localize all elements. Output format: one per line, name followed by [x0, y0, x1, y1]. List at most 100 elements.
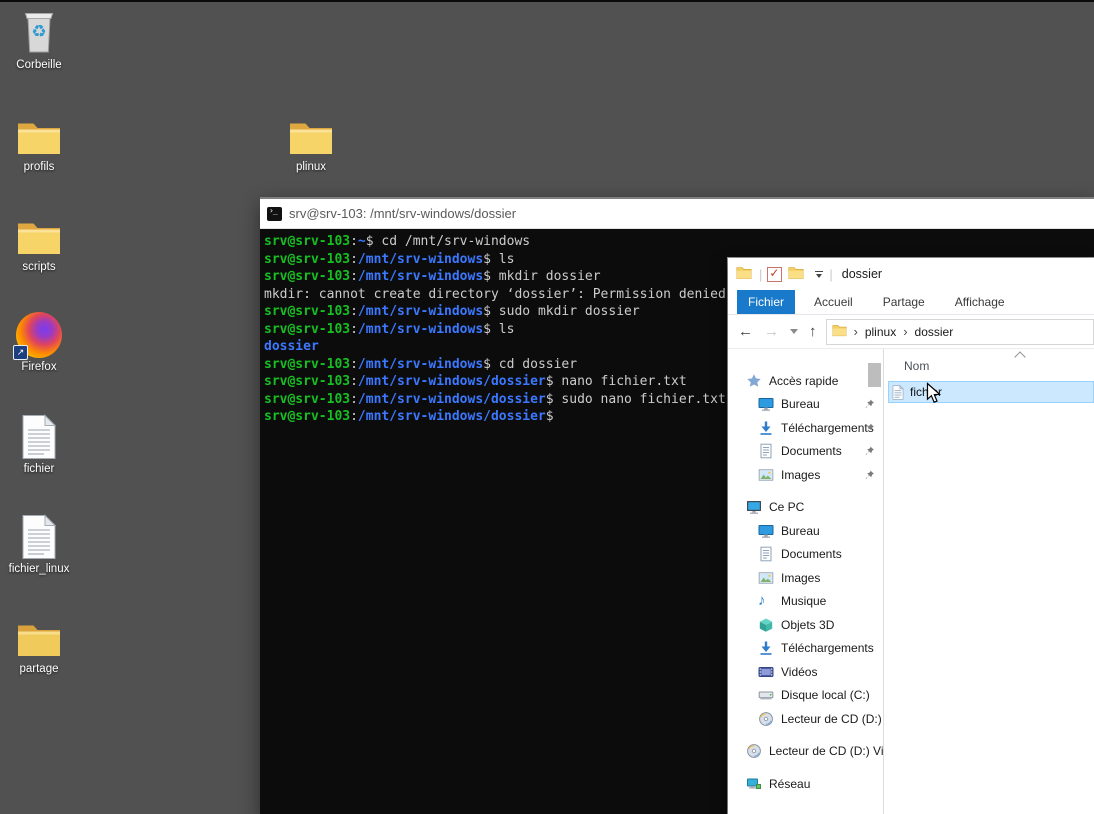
sidebar-item-acces-rapide[interactable]: Accès rapide [728, 369, 883, 393]
breadcrumb-segment-dossier[interactable]: dossier [915, 325, 954, 339]
network-icon [746, 776, 762, 792]
shortcut-arrow-icon: ↗ [13, 345, 28, 360]
terminal-app-icon [267, 207, 282, 221]
cd-drive-icon [758, 711, 774, 727]
sidebar-item-telechargements[interactable]: Téléchargements [728, 637, 883, 661]
sidebar-item-documents[interactable]: Documents [728, 543, 883, 567]
desktop-icon-label: scripts [22, 261, 55, 273]
desktop-icon-partage[interactable]: partage [0, 610, 78, 675]
folder-icon [16, 208, 62, 258]
sidebar-item-bureau[interactable]: Bureau [728, 393, 883, 417]
pin-icon [864, 422, 875, 433]
pictures-icon [758, 467, 774, 483]
pictures-icon [758, 570, 774, 586]
text-file-icon [20, 510, 58, 560]
sidebar-item-musique[interactable]: ♪ Musique [728, 590, 883, 614]
pin-icon [864, 469, 875, 480]
desktop-icon-profils[interactable]: profils [0, 108, 78, 173]
breadcrumb-chevron: › [903, 324, 907, 339]
quick-access-icon [746, 373, 762, 389]
ribbon-tabs: Fichier Accueil Partage Affichage [728, 290, 1094, 315]
forward-button[interactable]: → [764, 324, 779, 339]
sidebar-item-label: Téléchargements [781, 641, 883, 655]
desktop-icon-plinux[interactable]: plinux [272, 108, 350, 173]
sidebar-item-label: Musique [781, 594, 883, 608]
column-header-nom[interactable]: Nom [884, 359, 1094, 373]
sidebar-item-reseau[interactable]: Réseau [728, 772, 883, 796]
properties-check-icon[interactable] [767, 267, 782, 282]
desktop-icon-label: profils [24, 161, 55, 173]
text-file-icon [892, 385, 904, 400]
sidebar-item-objets-3d[interactable]: Objets 3D [728, 613, 883, 637]
music-icon: ♪ [758, 593, 774, 609]
desktop-icon-firefox[interactable]: ↗ Firefox [0, 308, 78, 373]
desktop: ♻ Corbeille profils scripts ↗ Firefox fi… [0, 0, 1094, 814]
mouse-cursor [926, 382, 943, 411]
sidebar-item-label: Vidéos [781, 665, 883, 679]
breadcrumb-chevron: › [854, 324, 858, 339]
text-file-icon [20, 410, 58, 460]
breadcrumb[interactable]: › plinux › dossier [826, 319, 1094, 345]
new-folder-icon[interactable] [788, 266, 804, 283]
this-pc-icon [746, 499, 762, 515]
qat-customize-dropdown-icon[interactable] [815, 271, 823, 278]
desktop-icon [758, 396, 774, 412]
recycle-symbol-icon: ♻ [31, 23, 46, 40]
sidebar-item-lecteur-de-cd-d-vi[interactable]: Lecteur de CD (D:) Vi [728, 740, 883, 764]
sidebar-item-bureau[interactable]: Bureau [728, 519, 883, 543]
sidebar-item-images[interactable]: Images [728, 463, 883, 487]
breadcrumb-folder-icon [832, 324, 847, 340]
local-disk-icon [758, 687, 774, 703]
documents-icon [758, 546, 774, 562]
firefox-icon: ↗ [16, 308, 62, 358]
explorer-app-folder-icon [736, 266, 752, 283]
desktop-icon-scripts[interactable]: scripts [0, 208, 78, 273]
back-button[interactable]: ← [738, 324, 753, 339]
cd-drive-icon [746, 743, 762, 759]
breadcrumb-segment-plinux[interactable]: plinux [865, 325, 896, 339]
desktop-icon-fichier-linux[interactable]: fichier_linux [0, 510, 78, 575]
up-button[interactable]: ↑ [809, 324, 817, 339]
sidebar-item-label: Objets 3D [781, 618, 883, 632]
documents-icon [758, 443, 774, 459]
folder-icon [16, 108, 62, 158]
desktop-icon-corbeille[interactable]: ♻ Corbeille [0, 6, 78, 71]
videos-icon [758, 664, 774, 680]
screen-top-edge [0, 0, 1094, 2]
tab-affichage[interactable]: Affichage [944, 290, 1016, 314]
explorer-titlebar[interactable]: | | dossier [728, 258, 1094, 290]
downloads-icon [758, 420, 774, 436]
file-list: Nom fichier [884, 349, 1094, 814]
sidebar-item-label: Documents [781, 547, 883, 561]
sidebar-item-label: Bureau [781, 524, 883, 538]
sidebar-item-disque-local-c[interactable]: Disque local (C:) [728, 684, 883, 708]
objects-3d-icon [758, 617, 774, 633]
recent-locations-dropdown-icon[interactable] [790, 329, 798, 334]
qat-separator: | [759, 267, 762, 282]
sidebar-item-documents[interactable]: Documents [728, 440, 883, 464]
sidebar-item-label: Réseau [769, 777, 883, 791]
file-explorer-window: | | dossier Fichier Accueil Partage Affi… [728, 258, 1094, 814]
desktop-icon-label: plinux [296, 161, 326, 173]
file-row-fichier[interactable]: fichier [888, 381, 1094, 403]
folder-icon [288, 108, 334, 158]
desktop-icon-fichier[interactable]: fichier [0, 410, 78, 475]
desktop-icon-label: partage [19, 663, 58, 675]
desktop-icon-label: Corbeille [16, 59, 61, 71]
recycle-bin-icon: ♻ [19, 6, 59, 56]
sidebar-item-lecteur-de-cd-d-v[interactable]: Lecteur de CD (D:) V [728, 707, 883, 731]
sidebar-item-label: Lecteur de CD (D:) Vi [769, 744, 883, 758]
sidebar-item-ce-pc[interactable]: Ce PC [728, 496, 883, 520]
navigation-pane: Accès rapideBureauTéléchargementsDocumen… [728, 349, 884, 814]
sidebar-item-videos[interactable]: Vidéos [728, 660, 883, 684]
sidebar-item-telechargements[interactable]: Téléchargements [728, 416, 883, 440]
tab-accueil[interactable]: Accueil [803, 290, 864, 314]
pin-icon [864, 446, 875, 457]
sidebar-item-label: Ce PC [769, 500, 883, 514]
sidebar-item-images[interactable]: Images [728, 566, 883, 590]
tab-fichier[interactable]: Fichier [737, 290, 795, 314]
desktop-icon-label: fichier [24, 463, 55, 475]
desktop-icon-label: Firefox [21, 361, 56, 373]
tab-partage[interactable]: Partage [872, 290, 936, 314]
terminal-titlebar[interactable]: srv@srv-103: /mnt/srv-windows/dossier [260, 199, 1094, 229]
